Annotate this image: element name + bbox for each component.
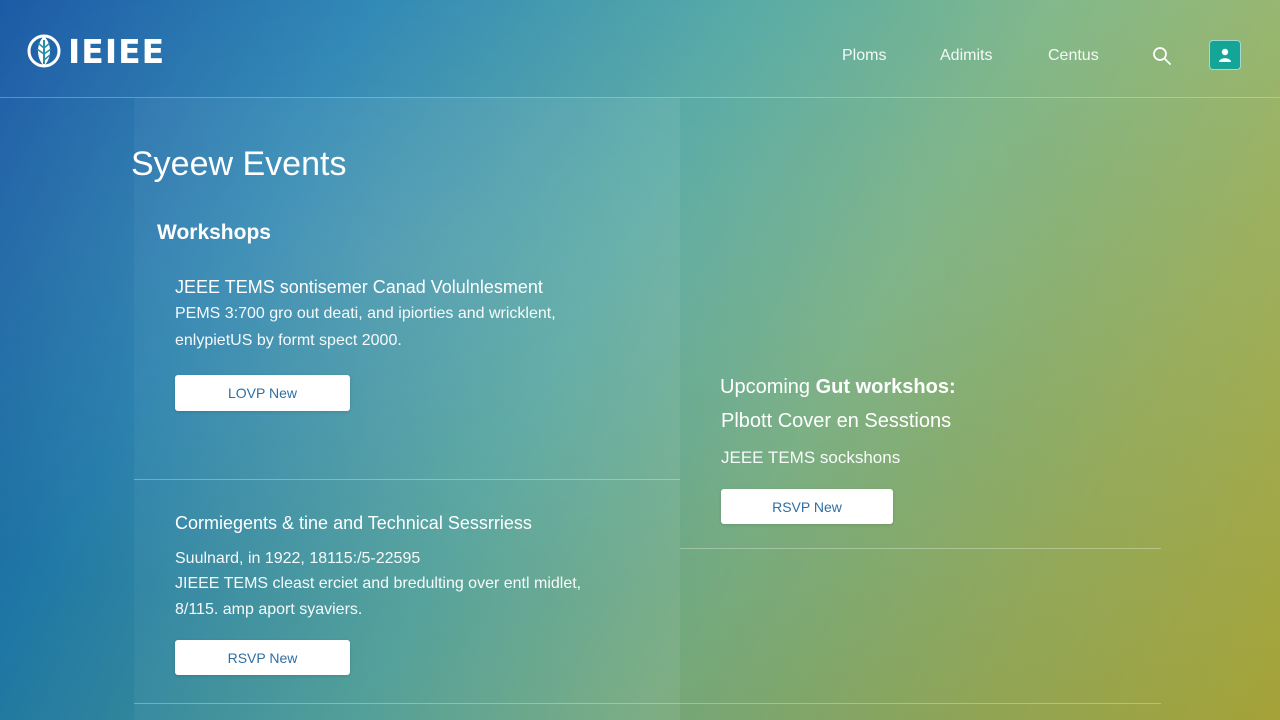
user-account-button[interactable] [1209, 40, 1241, 70]
search-button[interactable] [1152, 46, 1172, 66]
section-heading-workshops: Workshops [157, 221, 271, 244]
divider [134, 479, 680, 480]
event-card-2-line-1: Suulnard, in 1922, 18115:/5-22595 [175, 550, 421, 567]
event-card-2-line-3: 8/115. amp aport syaviers. [175, 601, 363, 618]
event-card-1-line-1: PEMS 3:700 gro out deati, and ipiorties … [175, 305, 556, 322]
divider [680, 548, 1161, 549]
logo-text: IEIEE [68, 31, 166, 71]
divider [134, 703, 1161, 704]
nav-item-centus[interactable]: Centus [1048, 47, 1099, 65]
site-logo[interactable]: IEIEE [26, 30, 165, 72]
site-header: IEIEE Ploms Adimits Centus [0, 0, 1280, 98]
event-card-2-title: Cormiegents & tine and Technical Sessrri… [175, 513, 532, 533]
upcoming-subtitle: Plbott Cover en Sesstions [721, 410, 952, 432]
event-card-2-line-2: JIEEE TEMS cleast erciet and bredulting … [175, 575, 582, 592]
upcoming-title-light: Upcoming [720, 376, 816, 398]
event-card-1-rsvp-button[interactable]: LOVP New [175, 375, 350, 411]
upcoming-title-bold: Gut workshos: [815, 376, 956, 398]
nav-item-admits[interactable]: Adimits [940, 47, 992, 65]
upcoming-text: JEEE TEMS sockshons [721, 448, 901, 467]
search-icon [1153, 47, 1171, 65]
event-card-1-line-2: enlypietUS by formt spect 2000. [175, 332, 402, 349]
event-card-1-title: JEEE TEMS sontisemer Canad Volulnlesment [175, 277, 543, 297]
user-icon [1219, 48, 1231, 62]
page-title: Syeew Events [131, 145, 347, 183]
ieee-logo-icon [27, 34, 61, 68]
nav-item-plans[interactable]: Ploms [842, 47, 886, 65]
event-card-2-rsvp-button[interactable]: RSVP New [175, 640, 350, 675]
upcoming-rsvp-button[interactable]: RSVP New [721, 489, 893, 524]
upcoming-title: Upcoming Gut workshos: [720, 376, 956, 399]
